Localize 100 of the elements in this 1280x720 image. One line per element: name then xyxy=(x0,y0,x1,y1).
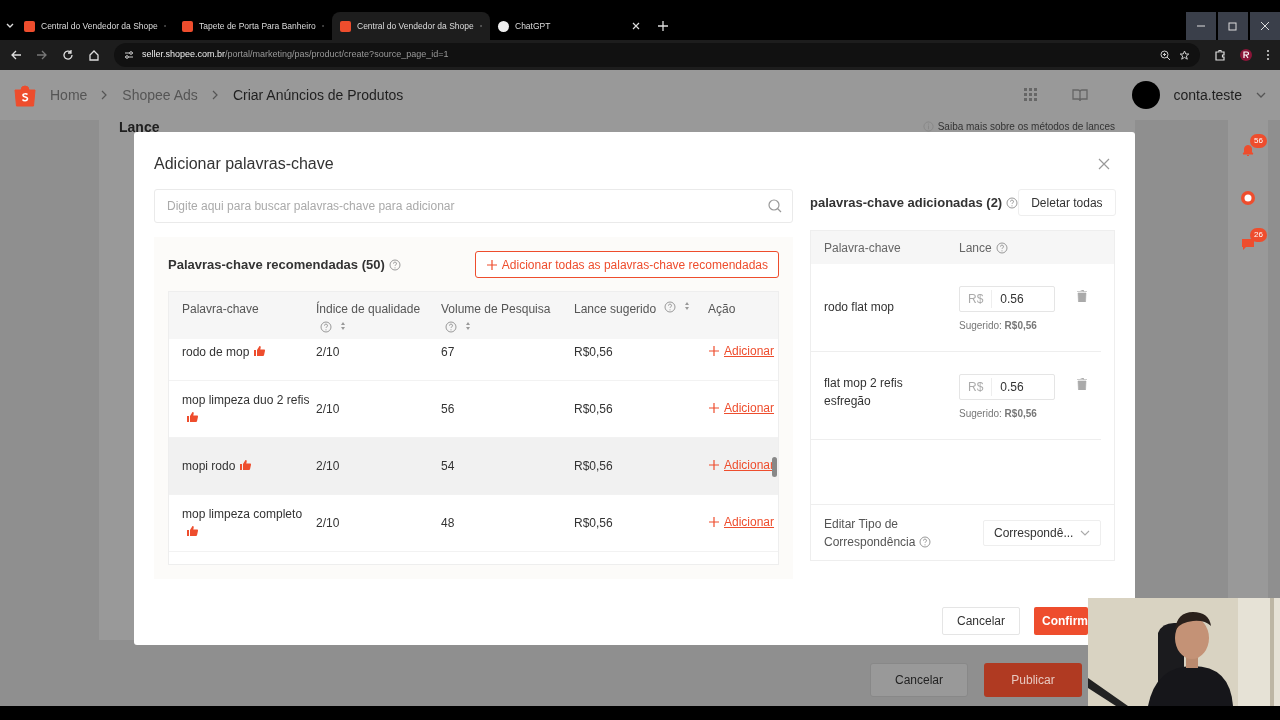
table-cell: 2/10 xyxy=(316,459,340,473)
address-bar[interactable]: seller.shopee.com.br/portal/marketing/pas/product/create?source_page_id=1 xyxy=(114,43,1200,67)
plus-icon xyxy=(708,516,720,528)
keyword-text: mop limpeza duo 2 refis xyxy=(182,393,310,407)
table-cell: R$0,56 xyxy=(574,345,613,359)
table-row[interactable]: rodo de mop 2/10 67 R$0,56 Adicionar xyxy=(169,339,778,381)
keyword-text: mop limpeza completo xyxy=(182,507,303,521)
table-cell: R$0,56 xyxy=(574,516,613,530)
column-header: Palavra-chave xyxy=(182,301,259,318)
table-cell: 2/10 xyxy=(316,516,340,530)
keyword-text: rodo de mop xyxy=(182,345,250,359)
section-title: palavras-chave adicionadas (2) xyxy=(810,193,1003,212)
add-link[interactable]: Adicionar xyxy=(708,399,775,417)
notification-count: 56 xyxy=(1250,134,1267,148)
column-header: Índice de qualidade xyxy=(316,300,421,318)
keyword-text: mopi rodo xyxy=(182,459,236,473)
info-icon xyxy=(922,121,934,132)
bid-field[interactable]: R$ 0.56 xyxy=(959,286,1055,312)
favicon-icon xyxy=(182,20,193,32)
column-header: Palavra-chave xyxy=(824,239,902,257)
restore-icon[interactable] xyxy=(1227,20,1239,32)
table-cell: 48 xyxy=(441,516,455,530)
url-text: seller.shopee.com.br/portal/marketing/pas/product/create?source_page_id=1 xyxy=(142,48,449,62)
sort-icon[interactable] xyxy=(340,321,346,331)
search-icon[interactable] xyxy=(768,199,782,213)
add-link[interactable]: Adicionar xyxy=(708,513,775,531)
chevron-down-icon xyxy=(1080,529,1090,536)
help-icon[interactable] xyxy=(995,241,1008,254)
column-header: Volume de Pesquisa xyxy=(441,301,551,318)
column-header: Lance sugerido xyxy=(574,301,657,318)
dialog-title: Adicionar palavras-chave xyxy=(154,154,334,174)
breadcrumb-link[interactable]: Criar Anúncios de Produtos xyxy=(232,84,404,106)
account-name[interactable]: conta.teste xyxy=(1173,84,1242,106)
star-icon[interactable] xyxy=(1179,49,1190,61)
plus-icon xyxy=(485,258,498,271)
sort-icon[interactable] xyxy=(684,301,691,311)
help-icon[interactable] xyxy=(320,321,332,333)
sort-icon[interactable] xyxy=(465,321,471,331)
column-header: Lance xyxy=(959,239,992,257)
table-cell: R$0,56 xyxy=(574,459,613,473)
table-row[interactable]: mopi rodo 2/10 54 R$0,56 Adicionar xyxy=(169,438,778,495)
chevron-icon xyxy=(211,90,219,100)
keyword-text: flat mop 2 refis esfregão xyxy=(824,376,903,408)
column-header: Ação xyxy=(708,301,736,318)
browser-tab[interactable]: ChatGPT xyxy=(490,12,648,40)
match-type-label: Editar Tipo de Correspondência xyxy=(824,516,917,549)
browser-tab[interactable]: Central do Vendedor da Shope xyxy=(16,12,174,40)
help-icon[interactable] xyxy=(445,321,457,333)
publish-button[interactable]: Publicar xyxy=(984,663,1082,697)
bid-field[interactable]: R$ 0.56 xyxy=(959,374,1055,400)
cancel-button[interactable]: Cancelar xyxy=(870,663,968,697)
shopee-logo[interactable] xyxy=(14,83,36,107)
help-icon[interactable] xyxy=(918,535,931,548)
profile-icon[interactable] xyxy=(1240,49,1252,61)
help-icon[interactable] xyxy=(1006,196,1019,209)
table-cell: 56 xyxy=(441,402,455,416)
browser-tab[interactable]: Tapete de Porta Para Banheiro xyxy=(174,12,332,40)
match-type-select[interactable]: Correspondê... xyxy=(983,519,1101,546)
section-title: Lance xyxy=(119,120,160,136)
chevron-icon xyxy=(101,90,109,100)
plus-icon xyxy=(708,345,720,357)
search-field[interactable]: Digite aqui para buscar palavras-chave para adicionar xyxy=(154,189,793,223)
forward-icon[interactable] xyxy=(36,49,48,61)
book-icon[interactable] xyxy=(1071,88,1088,102)
suggested-bid: Sugerido: R$0,56 xyxy=(959,319,1038,333)
chevron-down-icon[interactable] xyxy=(1256,92,1266,98)
home-icon[interactable] xyxy=(88,49,100,61)
browser-tab[interactable]: Central do Vendedor da Shope xyxy=(332,12,490,40)
info-link[interactable]: Saiba mais sobre os métodos de lances xyxy=(937,121,1115,132)
target-icon[interactable] xyxy=(1240,190,1256,206)
notification-count: 26 xyxy=(1250,228,1267,242)
add-link[interactable]: Adicionar xyxy=(708,342,775,360)
section-title: Palavras-chave recomendadas (50) xyxy=(168,255,385,274)
add-all-button[interactable]: Adicionar todas as palavras-chave recomendadas xyxy=(474,251,779,278)
zoom-icon[interactable] xyxy=(1160,49,1171,61)
confirm-button[interactable]: Confirm xyxy=(1034,607,1088,635)
help-icon[interactable] xyxy=(388,258,401,271)
puzzle-icon[interactable] xyxy=(1214,49,1226,61)
plus-icon xyxy=(708,402,720,414)
cancel-button[interactable]: Cancelar xyxy=(941,607,1020,635)
back-icon[interactable] xyxy=(10,49,22,61)
table-cell: R$0,56 xyxy=(574,402,613,416)
plus-icon xyxy=(708,459,720,471)
site-info-icon[interactable] xyxy=(124,50,134,60)
trash-icon[interactable] xyxy=(1077,378,1087,390)
table-cell: 67 xyxy=(441,345,455,359)
help-icon[interactable] xyxy=(664,301,677,313)
avatar[interactable] xyxy=(1131,81,1160,109)
table-cell: 54 xyxy=(441,459,455,473)
favicon-icon xyxy=(340,20,351,32)
delete-all-button[interactable]: Deletar todas xyxy=(1018,189,1116,216)
trash-icon[interactable] xyxy=(1077,290,1087,302)
table-cell: 2/10 xyxy=(316,345,340,359)
keyword-text: rodo flat mop xyxy=(824,300,895,314)
reload-icon[interactable] xyxy=(62,49,74,61)
scrollbar-thumb[interactable] xyxy=(772,457,777,477)
apps-grid-icon[interactable] xyxy=(1023,88,1038,102)
menu-icon[interactable] xyxy=(1266,49,1270,61)
table-row[interactable]: mop limpeza completo 2/10 48 R$0,56 Adicionar xyxy=(169,495,778,552)
table-cell: 2/10 xyxy=(316,402,340,416)
